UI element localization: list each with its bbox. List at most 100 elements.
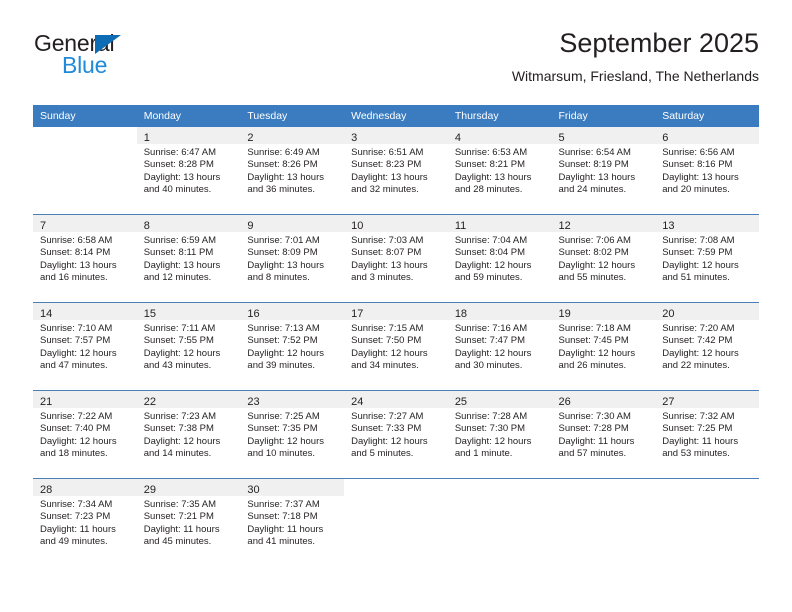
day-cell[interactable]: 6 Sunrise: 6:56 AM Sunset: 8:16 PM Daylight… [655, 127, 759, 214]
day-number-band: 28 [33, 479, 137, 496]
day-number: 24 [351, 396, 364, 408]
daylight-text-cont: and 41 minutes. [247, 536, 316, 548]
day-cell-details: Sunrise: 6:47 AM Sunset: 8:28 PM Daylight:… [137, 144, 241, 197]
daylight-text: Daylight: 12 hours [558, 259, 636, 271]
day-cell-details: Sunrise: 7:37 AM Sunset: 7:18 PM Daylight:… [240, 496, 344, 549]
day-number-band: 25 [447, 391, 552, 408]
daylight-text-cont: and 53 minutes. [662, 448, 730, 460]
day-cell-empty [655, 479, 759, 566]
sunrise-text: Sunrise: 6:49 AM [247, 147, 320, 158]
day-cell-details [344, 496, 448, 499]
day-cell[interactable]: 3 Sunrise: 6:51 AM Sunset: 8:23 PM Daylight… [344, 127, 448, 214]
sunset-text: Sunset: 8:14 PM [40, 247, 111, 259]
day-cell-details: Sunrise: 7:08 AM Sunset: 7:59 PM Daylight:… [655, 232, 759, 285]
calendar-cell: 8 Sunrise: 6:59 AM Sunset: 8:11 PM Daylight… [136, 214, 241, 303]
calendar-header-row: Sunday Monday Tuesday Wednesday Thursday… [33, 105, 759, 127]
sunrise-text: Sunrise: 6:51 AM [351, 147, 424, 158]
day-number: 22 [143, 396, 156, 408]
day-number-band: 21 [33, 391, 137, 408]
day-cell[interactable]: 25 Sunrise: 7:28 AM Sunset: 7:30 PM Dayligh… [447, 391, 552, 478]
day-cell[interactable]: 15 Sunrise: 7:11 AM Sunset: 7:55 PM Dayligh… [136, 303, 241, 390]
general-blue-logo[interactable]: General Blue [33, 30, 253, 88]
day-cell[interactable]: 14 Sunrise: 7:10 AM Sunset: 7:57 PM Dayligh… [33, 303, 137, 390]
day-cell[interactable]: 24 Sunrise: 7:27 AM Sunset: 7:33 PM Dayligh… [344, 391, 448, 478]
day-cell[interactable]: 12 Sunrise: 7:06 AM Sunset: 8:02 PM Dayligh… [551, 215, 656, 302]
calendar-cell: 26 Sunrise: 7:30 AM Sunset: 7:28 PM Dayligh… [551, 390, 656, 479]
day-cell[interactable]: 26 Sunrise: 7:30 AM Sunset: 7:28 PM Dayligh… [551, 391, 656, 478]
day-number-band: 13 [655, 215, 759, 232]
day-cell[interactable]: 4 Sunrise: 6:53 AM Sunset: 8:21 PM Daylight… [447, 127, 552, 214]
day-cell[interactable]: 17 Sunrise: 7:15 AM Sunset: 7:50 PM Dayligh… [344, 303, 448, 390]
day-number: 28 [40, 484, 53, 496]
day-cell[interactable]: 28 Sunrise: 7:34 AM Sunset: 7:23 PM Dayligh… [33, 479, 137, 566]
day-cell[interactable]: 29 Sunrise: 7:35 AM Sunset: 7:21 PM Dayligh… [136, 479, 241, 566]
sunrise-text: Sunrise: 7:18 AM [558, 323, 631, 334]
weekday-header-wednesday: Wednesday [344, 105, 448, 127]
day-number: 17 [351, 308, 364, 320]
day-cell[interactable]: 19 Sunrise: 7:18 AM Sunset: 7:45 PM Dayligh… [551, 303, 656, 390]
day-cell[interactable]: 11 Sunrise: 7:04 AM Sunset: 8:04 PM Dayligh… [447, 215, 552, 302]
day-number: 25 [454, 396, 468, 408]
calendar-cell: 14 Sunrise: 7:10 AM Sunset: 7:57 PM Dayligh… [33, 302, 137, 391]
sunrise-text: Sunrise: 6:47 AM [143, 147, 217, 158]
calendar-week-row: 14 Sunrise: 7:10 AM Sunset: 7:57 PM Dayligh… [33, 302, 759, 391]
day-number: 11 [454, 220, 467, 232]
sunrise-text: Sunrise: 7:13 AM [247, 323, 320, 334]
day-cell[interactable]: 7 Sunrise: 6:58 AM Sunset: 8:14 PM Daylight… [33, 215, 137, 302]
sunrise-text: Sunrise: 7:03 AM [351, 235, 424, 246]
day-number-band [33, 127, 137, 144]
day-cell-details: Sunrise: 6:53 AM Sunset: 8:21 PM Daylight:… [448, 144, 552, 197]
day-cell[interactable]: 8 Sunrise: 6:59 AM Sunset: 8:11 PM Daylight… [136, 215, 241, 302]
day-cell[interactable]: 10 Sunrise: 7:03 AM Sunset: 8:07 PM Dayligh… [344, 215, 448, 302]
day-cell[interactable]: 30 Sunrise: 7:37 AM Sunset: 7:18 PM Dayligh… [240, 479, 345, 566]
daylight-text-cont: and 12 minutes. [143, 272, 212, 284]
day-cell[interactable]: 1 Sunrise: 6:47 AM Sunset: 8:28 PM Daylight… [136, 127, 241, 214]
day-cell[interactable]: 5 Sunrise: 6:54 AM Sunset: 8:19 PM Daylight… [551, 127, 656, 214]
day-cell[interactable]: 18 Sunrise: 7:16 AM Sunset: 7:47 PM Dayligh… [447, 303, 552, 390]
sunset-text: Sunset: 7:40 PM [40, 423, 111, 435]
sunrise-text: Sunrise: 6:58 AM [40, 235, 113, 246]
day-number: 15 [143, 308, 156, 320]
day-number: 20 [662, 308, 675, 320]
daylight-text-cont: and 36 minutes. [247, 184, 316, 196]
calendar-cell: 27 Sunrise: 7:32 AM Sunset: 7:25 PM Dayligh… [655, 390, 759, 479]
daylight-text: Daylight: 12 hours [351, 347, 428, 359]
sunrise-text: Sunrise: 6:59 AM [143, 235, 217, 246]
daylight-text: Daylight: 11 hours [143, 523, 220, 535]
calendar-cell: 3 Sunrise: 6:51 AM Sunset: 8:23 PM Daylight… [344, 127, 448, 215]
sunset-text: Sunset: 7:21 PM [143, 511, 214, 523]
day-cell-details: Sunrise: 7:30 AM Sunset: 7:28 PM Daylight:… [552, 408, 656, 461]
calendar-cell: 10 Sunrise: 7:03 AM Sunset: 8:07 PM Dayligh… [344, 214, 448, 303]
daylight-text-cont: and 57 minutes. [558, 448, 627, 460]
sunset-text: Sunset: 8:07 PM [351, 247, 422, 259]
sunrise-text: Sunrise: 7:27 AM [351, 411, 424, 422]
day-cell[interactable]: 9 Sunrise: 7:01 AM Sunset: 8:09 PM Daylight… [240, 215, 345, 302]
day-cell[interactable]: 22 Sunrise: 7:23 AM Sunset: 7:38 PM Dayligh… [136, 391, 241, 478]
day-cell[interactable]: 16 Sunrise: 7:13 AM Sunset: 7:52 PM Dayligh… [240, 303, 345, 390]
day-cell[interactable]: 13 Sunrise: 7:08 AM Sunset: 7:59 PM Dayligh… [655, 215, 759, 302]
day-cell[interactable]: 21 Sunrise: 7:22 AM Sunset: 7:40 PM Dayligh… [33, 391, 137, 478]
daylight-text: Daylight: 12 hours [558, 347, 636, 359]
sunrise-text: Sunrise: 7:20 AM [662, 323, 735, 334]
daylight-text-cont: and 30 minutes. [454, 360, 523, 372]
day-cell[interactable]: 23 Sunrise: 7:25 AM Sunset: 7:35 PM Dayligh… [240, 391, 345, 478]
daylight-text: Daylight: 11 hours [558, 435, 635, 447]
day-cell[interactable]: 27 Sunrise: 7:32 AM Sunset: 7:25 PM Dayligh… [655, 391, 759, 478]
daylight-text: Daylight: 12 hours [40, 435, 117, 447]
daylight-text-cont: and 16 minutes. [40, 272, 108, 284]
calendar-cell [33, 127, 137, 215]
sunset-text: Sunset: 8:26 PM [247, 159, 318, 171]
day-cell-details: Sunrise: 7:18 AM Sunset: 7:45 PM Daylight:… [552, 320, 656, 373]
calendar-cell: 22 Sunrise: 7:23 AM Sunset: 7:38 PM Dayligh… [136, 390, 241, 479]
day-cell[interactable]: 20 Sunrise: 7:20 AM Sunset: 7:42 PM Dayligh… [655, 303, 759, 390]
day-cell-details: Sunrise: 6:56 AM Sunset: 8:16 PM Daylight:… [655, 144, 759, 197]
sunset-text: Sunset: 7:57 PM [40, 335, 111, 347]
daylight-text: Daylight: 13 hours [351, 259, 428, 271]
day-cell-details: Sunrise: 7:15 AM Sunset: 7:50 PM Daylight:… [344, 320, 448, 373]
day-cell[interactable]: 2 Sunrise: 6:49 AM Sunset: 8:26 PM Daylight… [240, 127, 345, 214]
sunrise-text: Sunrise: 7:22 AM [40, 411, 113, 422]
daylight-text: Daylight: 12 hours [143, 435, 221, 447]
sunset-text: Sunset: 7:42 PM [662, 335, 733, 347]
day-number-band: 20 [655, 303, 759, 320]
sunset-text: Sunset: 8:19 PM [558, 159, 629, 171]
